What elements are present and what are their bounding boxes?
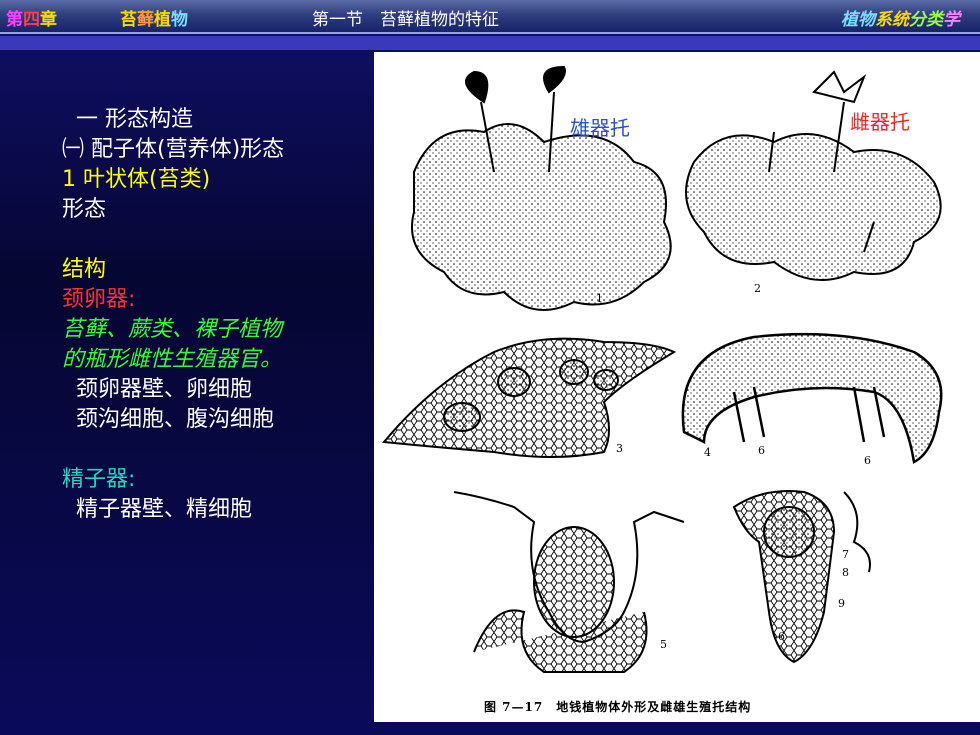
figure-number: 7: [842, 548, 849, 561]
definition-line1: 苔藓、蕨类、裸子植物: [62, 317, 283, 342]
item-form: 形态: [62, 197, 107, 222]
figure-number: 2: [754, 282, 761, 295]
chapter-label: 第四章: [6, 5, 57, 30]
subject-char: 物: [171, 10, 188, 30]
archegoniophore-section: [382, 337, 677, 458]
female-thallus-drawing: [685, 70, 942, 281]
label-archegoniophore: 雌器托: [850, 110, 910, 134]
figure-number: 4: [704, 446, 711, 459]
course-part: 系统: [875, 10, 909, 30]
archegonium-parts-1: 颈卵器壁、卵细胞: [76, 377, 253, 402]
archegonium-parts-2: 颈沟细胞、腹沟细胞: [76, 407, 275, 432]
course-title: 植物系统分类学: [841, 5, 960, 30]
figure-number: 5: [660, 638, 667, 651]
label-antheridiophore: 雄器托: [570, 116, 630, 140]
antheridium-detail: [732, 490, 871, 664]
figure-number: 3: [616, 442, 623, 455]
figure-number: 1: [596, 292, 603, 305]
outline-text: 一 形态构造 ㈠ 配子体(营养体)形态 1 叶状体(苔类) 形态 结构 颈卵器:…: [62, 105, 362, 525]
item-thallus: 1 叶状体(苔类): [62, 167, 211, 192]
course-part: 植物: [841, 10, 875, 30]
chapter-char: 章: [40, 10, 57, 30]
figure-caption: 图 7—17 地钱植物体外形及雌雄生殖托结构: [484, 700, 752, 714]
item-structure: 结构: [62, 257, 107, 282]
course-part: 学: [943, 10, 960, 30]
figure-number: 6: [864, 454, 871, 467]
antheridium-parts: 精子器壁、精细胞: [76, 497, 253, 522]
subject-char: 植: [154, 10, 171, 30]
term-archegonium: 颈卵器:: [62, 287, 136, 312]
archegonium-detail: [453, 491, 685, 673]
subject-char: 藓: [137, 10, 154, 30]
figure-illustration: [382, 65, 943, 673]
male-thallus-drawing: [411, 65, 672, 311]
figure-number: 6: [778, 630, 785, 643]
subject-char: 苔: [120, 10, 137, 30]
figure-number: 9: [838, 597, 845, 610]
marchantia-figure: 雄器托 雌器托 1 2 3 4 6 6 5 6 7 8 9 图 7—17 地钱植…: [374, 52, 980, 722]
section-title: 第一节 苔藓植物的特征: [312, 10, 499, 30]
heading-morphology: 一 形态构造: [76, 107, 193, 132]
term-antheridium: 精子器:: [62, 467, 136, 492]
figure-number: 6: [758, 444, 765, 457]
chapter-char: 四: [23, 10, 40, 30]
subject-label: 苔藓植物: [120, 5, 188, 30]
header-band: [0, 36, 980, 50]
chapter-char: 第: [6, 10, 23, 30]
title-bar: 第四章 苔藓植物 第一节 苔藓植物的特征 植物系统分类学: [0, 0, 980, 34]
figure-number: 8: [842, 566, 849, 579]
subheading-gametophyte: ㈠ 配子体(营养体)形态: [62, 137, 285, 162]
definition-line2: 的瓶形雌性生殖器官。: [62, 347, 283, 372]
antheridiophore-section: [681, 332, 943, 464]
course-part: 分类: [909, 10, 943, 30]
